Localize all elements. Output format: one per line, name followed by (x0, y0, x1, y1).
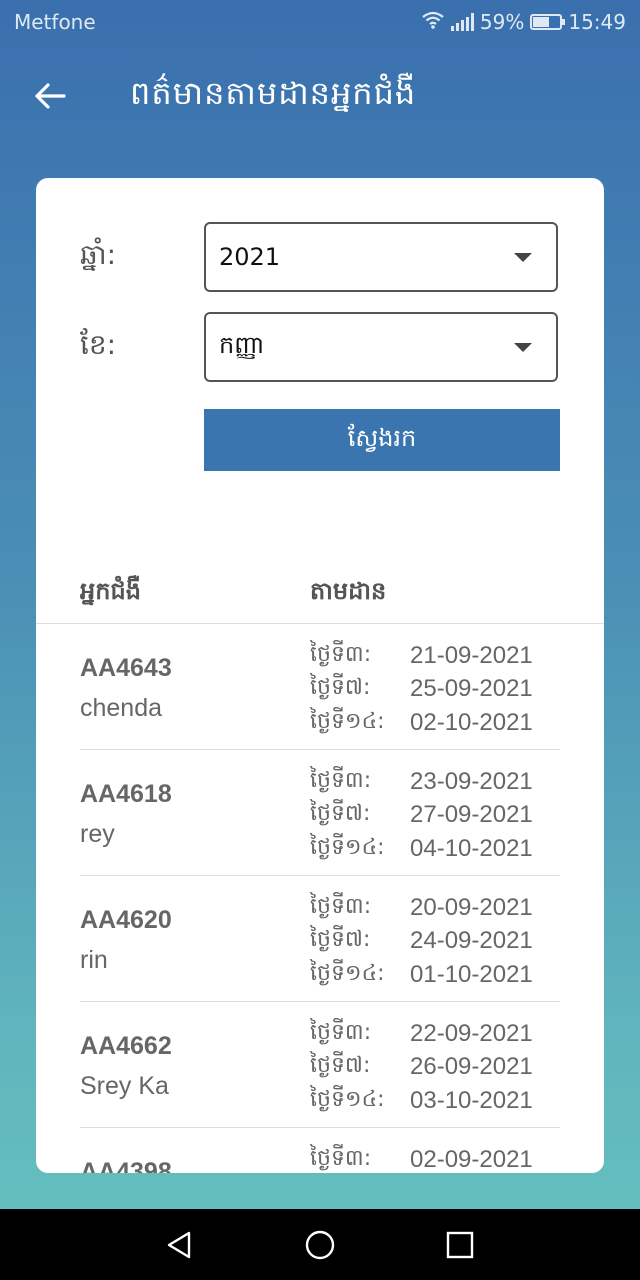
battery-level (533, 17, 549, 27)
followup-list[interactable]: AA4643 chenda ថ្ងៃទី៣: 21-09-2021 ថ្ងៃទី៧: 25… (80, 624, 560, 1173)
year-label: ឆ្នាំ: (80, 237, 117, 271)
followup-date-value: 24-09-2021 (410, 927, 533, 955)
followup-date-value: 20-09-2021 (410, 893, 533, 921)
patient-name: rey (80, 820, 115, 848)
followup-date-value: 25-09-2021 (410, 675, 533, 703)
square-recents-icon (446, 1231, 474, 1258)
followup-date-line: ថ្ងៃទី៣: 02-09-2021 (310, 1143, 533, 1173)
status-bar: Metfone 59% 15:49 (0, 0, 640, 44)
followup-dates: ថ្ងៃទី៣: 23-09-2021 ថ្ងៃទី៧: 27-09-2021 ថ្ងៃ… (310, 765, 533, 866)
followup-day-label: ថ្ងៃទី៣: (310, 641, 372, 667)
nav-home-button[interactable] (290, 1215, 350, 1275)
search-button[interactable]: ស្វែងរក (204, 409, 560, 471)
followup-date-line: ថ្ងៃទី៧: 26-09-2021 (310, 1051, 533, 1085)
list-item[interactable]: AA4398 ថ្ងៃទី៣: 02-09-2021 (80, 1128, 560, 1173)
wifi-icon (421, 10, 445, 34)
followup-date-value: 01-10-2021 (410, 960, 533, 988)
followup-day-label: ថ្ងៃទី៧: (310, 927, 371, 953)
nav-recents-button[interactable] (430, 1215, 490, 1275)
triangle-back-icon (167, 1231, 191, 1258)
followup-date-value: 03-10-2021 (410, 1086, 533, 1114)
year-value: 2021 (219, 243, 281, 271)
followup-date-value: 26-09-2021 (410, 1053, 533, 1081)
followup-date-value: 04-10-2021 (410, 834, 533, 862)
month-label: ខែ: (80, 327, 117, 361)
followup-date-line: ថ្ងៃទី៣: 22-09-2021 (310, 1017, 533, 1051)
followup-date-line: ថ្ងៃទី៧: 27-09-2021 (310, 799, 533, 833)
back-button[interactable] (0, 58, 100, 134)
column-header-followup: តាមដាន (310, 577, 387, 605)
followup-date-value: 27-09-2021 (410, 801, 533, 829)
arrow-left-icon (35, 83, 66, 109)
carrier-name: Metfone (14, 10, 96, 34)
patient-code: AA4643 (80, 654, 172, 682)
followup-day-label: ថ្ងៃទី៣: (310, 1145, 372, 1171)
followup-date-value: 21-09-2021 (410, 641, 533, 669)
year-row: ឆ្នាំ: 2021 (80, 222, 558, 292)
followup-day-label: ថ្ងៃទី៧: (310, 801, 371, 827)
table-header: អ្នកជំងឺ តាមដាន (36, 568, 604, 624)
year-dropdown[interactable]: 2021 (204, 222, 558, 292)
signal-icon (450, 13, 474, 31)
followup-day-label: ថ្ងៃទី១៤: (310, 1086, 385, 1112)
patient-name: rin (80, 946, 108, 974)
patient-code: AA4618 (80, 780, 172, 808)
followup-day-label: ថ្ងៃទី៣: (310, 1019, 372, 1045)
followup-day-label: ថ្ងៃទី៧: (310, 675, 371, 701)
followup-date-value: 02-10-2021 (410, 708, 533, 736)
followup-date-line: ថ្ងៃទី៧: 24-09-2021 (310, 925, 533, 959)
followup-date-line: ថ្ងៃទី៣: 23-09-2021 (310, 765, 533, 799)
list-item[interactable]: AA4662 Srey Ka ថ្ងៃទី៣: 22-09-2021 ថ្ងៃទី៧: 2… (80, 1002, 560, 1128)
followup-date-line: ថ្ងៃទី៣: 20-09-2021 (310, 891, 533, 925)
patient-code: AA4620 (80, 906, 172, 934)
battery-percent: 59% (479, 10, 525, 34)
list-item[interactable]: AA4643 chenda ថ្ងៃទី៣: 21-09-2021 ថ្ងៃទី៧: 25… (80, 624, 560, 750)
followup-date-value: 23-09-2021 (410, 767, 533, 795)
chevron-down-icon (514, 342, 532, 352)
followup-day-label: ថ្ងៃទី៣: (310, 893, 372, 919)
chevron-down-icon (514, 252, 532, 262)
followup-date-line: ថ្ងៃទី៧: 25-09-2021 (310, 673, 533, 707)
system-nav-bar (0, 1209, 640, 1280)
followup-day-label: ថ្ងៃទី៣: (310, 767, 372, 793)
patient-name: Srey Ka (80, 1072, 169, 1100)
app-bar: ពត៌មានតាមដានអ្នកជំងឺ (0, 58, 640, 134)
followup-date-line: ថ្ងៃទី១៤: 01-10-2021 (310, 958, 533, 992)
list-item[interactable]: AA4620 rin ថ្ងៃទី៣: 20-09-2021 ថ្ងៃទី៧: 24-09… (80, 876, 560, 1002)
followup-dates: ថ្ងៃទី៣: 20-09-2021 ថ្ងៃទី៧: 24-09-2021 ថ្ងៃ… (310, 891, 533, 992)
status-icons: 59% 15:49 (421, 10, 626, 34)
month-dropdown[interactable]: កញ្ញា (204, 312, 558, 382)
patient-code: AA4662 (80, 1032, 172, 1060)
month-row: ខែ: កញ្ញា (80, 312, 558, 382)
followup-day-label: ថ្ងៃទី១៤: (310, 708, 385, 734)
list-item[interactable]: AA4618 rey ថ្ងៃទី៣: 23-09-2021 ថ្ងៃទី៧: 27-09… (80, 750, 560, 876)
followup-dates: ថ្ងៃទី៣: 22-09-2021 ថ្ងៃទី៧: 26-09-2021 ថ្ងៃ… (310, 1017, 533, 1118)
month-value: កញ្ញា (219, 330, 265, 359)
column-header-patient: អ្នកជំងឺ (80, 577, 141, 605)
clock: 15:49 (568, 10, 626, 34)
followup-date-line: ថ្ងៃទី១៤: 04-10-2021 (310, 832, 533, 866)
followup-dates: ថ្ងៃទី៣: 21-09-2021 ថ្ងៃទី៧: 25-09-2021 ថ្ងៃ… (310, 639, 533, 740)
followup-date-value: 02-09-2021 (410, 1145, 533, 1173)
followup-date-line: ថ្ងៃទី១៤: 03-10-2021 (310, 1084, 533, 1118)
nav-back-button[interactable] (150, 1215, 210, 1275)
followup-date-line: ថ្ងៃទី៣: 21-09-2021 (310, 639, 533, 673)
circle-home-icon (305, 1230, 335, 1259)
patient-code: AA4398 (80, 1158, 172, 1173)
page-title: ពត៌មានតាមដានអ្នកជំងឺ (130, 73, 417, 112)
followup-day-label: ថ្ងៃទី១៤: (310, 960, 385, 986)
followup-day-label: ថ្ងៃទី៧: (310, 1053, 371, 1079)
patient-name: chenda (80, 694, 163, 722)
followup-date-value: 22-09-2021 (410, 1019, 533, 1047)
followup-dates: ថ្ងៃទី៣: 02-09-2021 (310, 1143, 533, 1173)
followup-day-label: ថ្ងៃទី១៤: (310, 834, 385, 860)
followup-date-line: ថ្ងៃទី១៤: 02-10-2021 (310, 706, 533, 740)
battery-icon (530, 14, 566, 30)
content-card: ឆ្នាំ: 2021 ខែ: កញ្ញា ស្វែងរក អ្នកជំងឺ ត… (36, 178, 604, 1173)
